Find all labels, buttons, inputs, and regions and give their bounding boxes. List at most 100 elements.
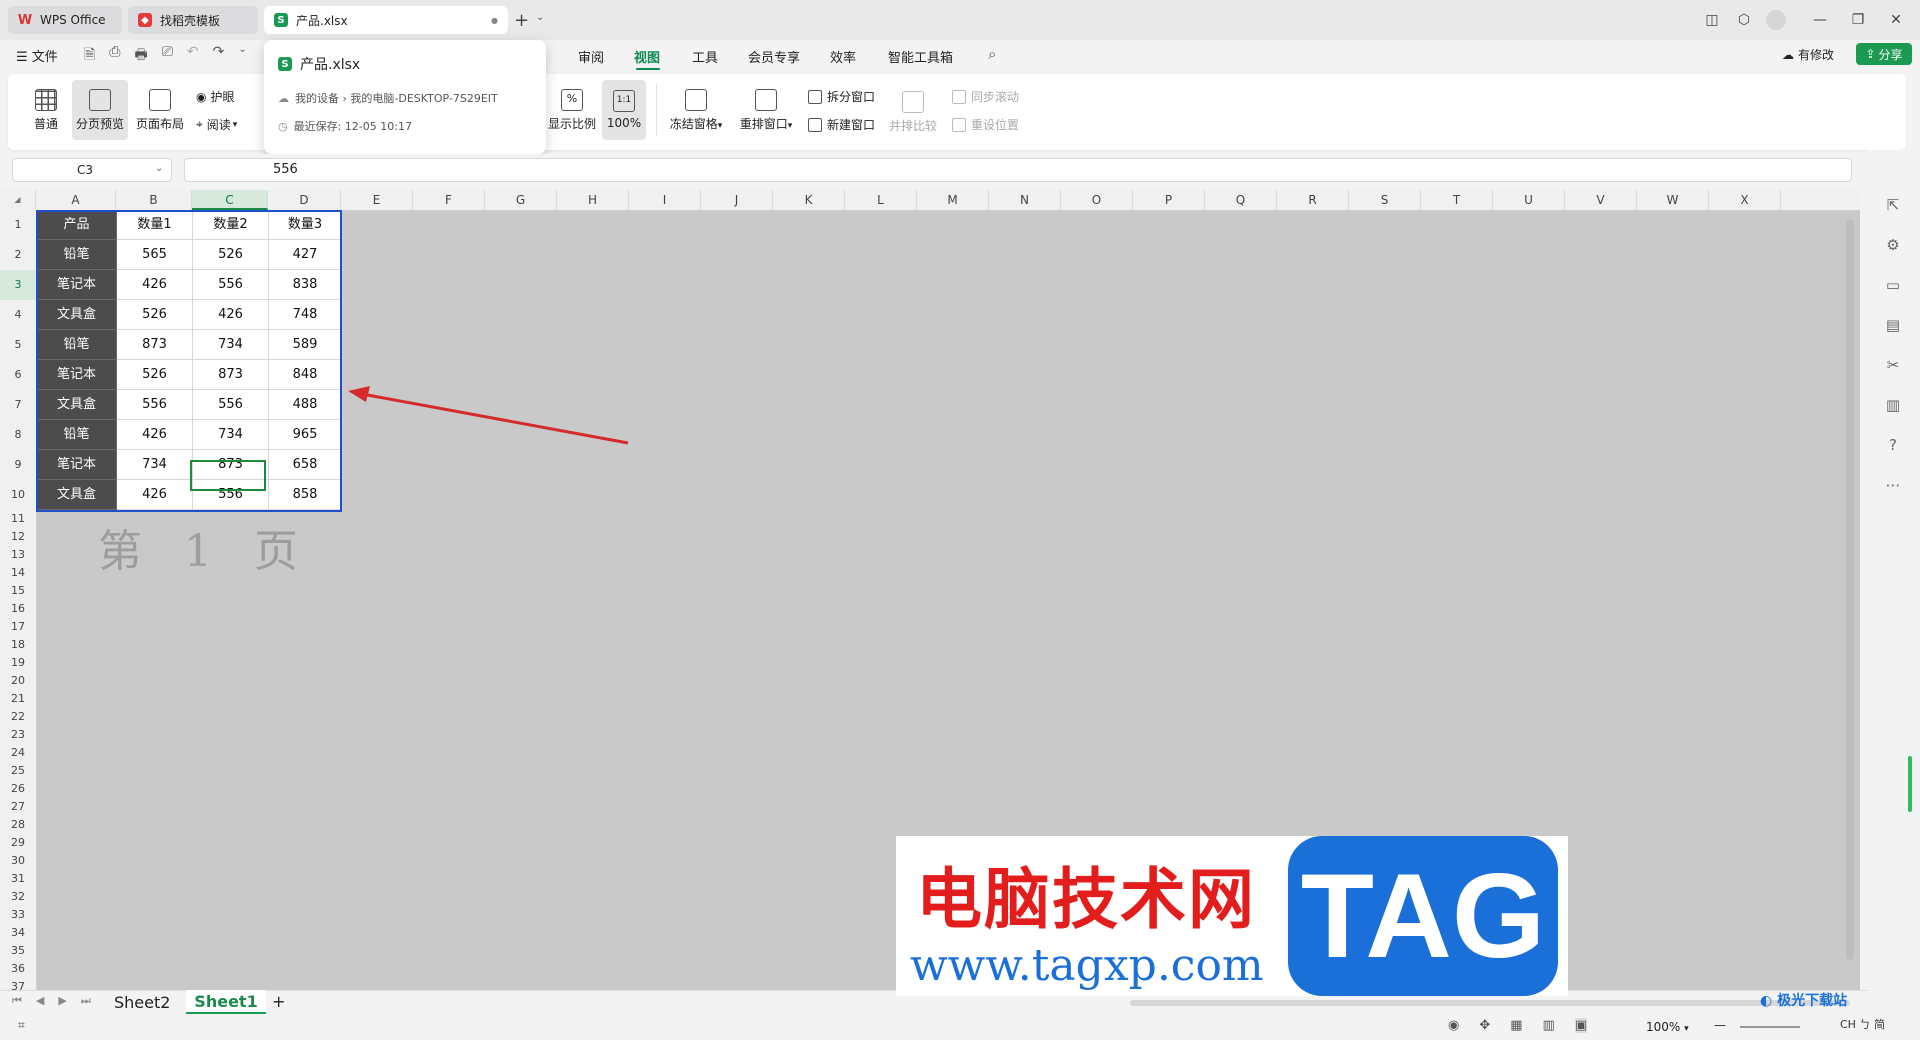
- tab-product-xlsx[interactable]: S 产品.xlsx ●: [264, 6, 508, 34]
- column-header-x[interactable]: X: [1709, 190, 1781, 210]
- undo-icon[interactable]: ↶: [187, 44, 199, 68]
- menu-tools[interactable]: 工具: [692, 47, 718, 66]
- reset-position-button[interactable]: 重设位置: [952, 116, 1019, 133]
- prev-sheet-icon[interactable]: ◀: [36, 994, 44, 1008]
- row-header-36[interactable]: 36: [0, 960, 36, 978]
- name-box[interactable]: C3 ⌄: [12, 158, 172, 182]
- header-cell[interactable]: 数量3: [269, 210, 342, 240]
- value-cell[interactable]: 488: [269, 390, 342, 420]
- file-menu[interactable]: ☰ 文件: [16, 46, 58, 65]
- value-cell[interactable]: 838: [269, 270, 342, 300]
- read-mode-button[interactable]: ⌖ 阅读 ▾: [196, 116, 237, 133]
- rearrange-window-button[interactable]: 重排窗口▾: [734, 80, 798, 140]
- column-header-u[interactable]: U: [1493, 190, 1565, 210]
- value-cell[interactable]: 556: [193, 390, 269, 420]
- split-window-button[interactable]: 拆分窗口: [808, 88, 875, 105]
- product-cell[interactable]: 文具盒: [37, 480, 117, 510]
- row-header-7[interactable]: 7: [0, 390, 36, 420]
- row-header-23[interactable]: 23: [0, 726, 36, 744]
- value-cell[interactable]: 873: [193, 360, 269, 390]
- row-header-12[interactable]: 12: [0, 528, 36, 546]
- value-cell[interactable]: 426: [117, 420, 193, 450]
- product-cell[interactable]: 铅笔: [37, 240, 117, 270]
- row-header-37[interactable]: 37: [0, 978, 36, 990]
- new-window-button[interactable]: 新建窗口: [808, 116, 875, 133]
- value-cell[interactable]: 734: [193, 330, 269, 360]
- row-header-10[interactable]: 10: [0, 480, 36, 510]
- export-pdf-icon[interactable]: ⎙: [109, 44, 120, 68]
- row-header-21[interactable]: 21: [0, 690, 36, 708]
- tab-wps-office[interactable]: W WPS Office: [8, 6, 122, 34]
- chevron-down-icon[interactable]: ⌄: [155, 163, 163, 174]
- tab-list-chevron-icon[interactable]: ⌄: [536, 12, 544, 23]
- value-cell[interactable]: 426: [117, 480, 193, 510]
- column-header-a[interactable]: A: [36, 190, 116, 210]
- row-header-13[interactable]: 13: [0, 546, 36, 564]
- row-header-9[interactable]: 9: [0, 450, 36, 480]
- row-header-31[interactable]: 31: [0, 870, 36, 888]
- header-cell[interactable]: 数量2: [193, 210, 269, 240]
- header-cell[interactable]: 产品: [37, 210, 117, 240]
- minimize-icon[interactable]: —: [1808, 8, 1832, 32]
- row-header-11[interactable]: 11: [0, 510, 36, 528]
- menu-view[interactable]: 视图: [634, 47, 660, 66]
- menu-member[interactable]: 会员专享: [748, 47, 800, 66]
- product-cell[interactable]: 笔记本: [37, 360, 117, 390]
- value-cell[interactable]: 658: [269, 450, 342, 480]
- book-icon[interactable]: ▥: [1882, 394, 1904, 416]
- sheet-tab-sheet2[interactable]: Sheet2: [114, 993, 170, 1012]
- row-header-25[interactable]: 25: [0, 762, 36, 780]
- layout-view-icon[interactable]: ▥: [1543, 1018, 1555, 1033]
- modified-status[interactable]: ☁ 有修改: [1782, 46, 1834, 63]
- column-header-d[interactable]: D: [268, 190, 341, 210]
- product-cell[interactable]: 文具盒: [37, 390, 117, 420]
- product-cell[interactable]: 文具盒: [37, 300, 117, 330]
- sync-scroll-button[interactable]: 同步滚动: [952, 88, 1019, 105]
- column-header-m[interactable]: M: [917, 190, 989, 210]
- row-header-14[interactable]: 14: [0, 564, 36, 582]
- row-header-20[interactable]: 20: [0, 672, 36, 690]
- value-cell[interactable]: 734: [117, 450, 193, 480]
- horizontal-scrollbar[interactable]: [1130, 1000, 1850, 1006]
- row-header-8[interactable]: 8: [0, 420, 36, 450]
- sheet-tab-sheet1[interactable]: Sheet1: [186, 990, 266, 1014]
- value-cell[interactable]: 556: [117, 390, 193, 420]
- row-header-27[interactable]: 27: [0, 798, 36, 816]
- column-header-j[interactable]: J: [701, 190, 773, 210]
- product-cell[interactable]: 铅笔: [37, 330, 117, 360]
- column-header-l[interactable]: L: [845, 190, 917, 210]
- row-header-5[interactable]: 5: [0, 330, 36, 360]
- layout-icon[interactable]: ◫: [1700, 8, 1724, 32]
- column-header-k[interactable]: K: [773, 190, 845, 210]
- row-header-4[interactable]: 4: [0, 300, 36, 330]
- tab-docer[interactable]: ◆ 找稻壳模板: [128, 6, 258, 34]
- add-sheet-button[interactable]: +: [272, 992, 285, 1011]
- eye-icon[interactable]: ◉: [1448, 1018, 1459, 1033]
- menu-review[interactable]: 审阅: [578, 47, 604, 66]
- row-header-32[interactable]: 32: [0, 888, 36, 906]
- value-cell[interactable]: 556: [193, 270, 269, 300]
- row-header-29[interactable]: 29: [0, 834, 36, 852]
- column-header-n[interactable]: N: [989, 190, 1061, 210]
- more-chevron-icon[interactable]: ⌄: [238, 44, 246, 68]
- move-icon[interactable]: ✥: [1479, 1018, 1490, 1033]
- search-icon[interactable]: ⌕: [988, 45, 996, 63]
- row-header-18[interactable]: 18: [0, 636, 36, 654]
- zoom-out-icon[interactable]: —: [1714, 1018, 1726, 1032]
- value-cell[interactable]: 873: [117, 330, 193, 360]
- row-header-3[interactable]: 3: [0, 270, 36, 300]
- selected-cell-c3[interactable]: [190, 460, 266, 491]
- freeze-panes-button[interactable]: 冻结窗格▾: [664, 80, 728, 140]
- value-cell[interactable]: 427: [269, 240, 342, 270]
- print-preview-icon[interactable]: ⎚: [162, 44, 173, 68]
- zoom-ratio-button[interactable]: % 显示比例: [546, 80, 598, 140]
- side-by-side-button[interactable]: 并排比较: [886, 84, 940, 140]
- value-cell[interactable]: 848: [269, 360, 342, 390]
- product-cell[interactable]: 笔记本: [37, 270, 117, 300]
- column-header-q[interactable]: Q: [1205, 190, 1277, 210]
- row-header-30[interactable]: 30: [0, 852, 36, 870]
- page-break-preview-button[interactable]: 分页预览: [72, 80, 128, 140]
- page-layout-button[interactable]: 页面布局: [132, 80, 188, 140]
- first-sheet-icon[interactable]: ⏮: [12, 994, 22, 1008]
- more-icon[interactable]: ⋯: [1882, 474, 1904, 496]
